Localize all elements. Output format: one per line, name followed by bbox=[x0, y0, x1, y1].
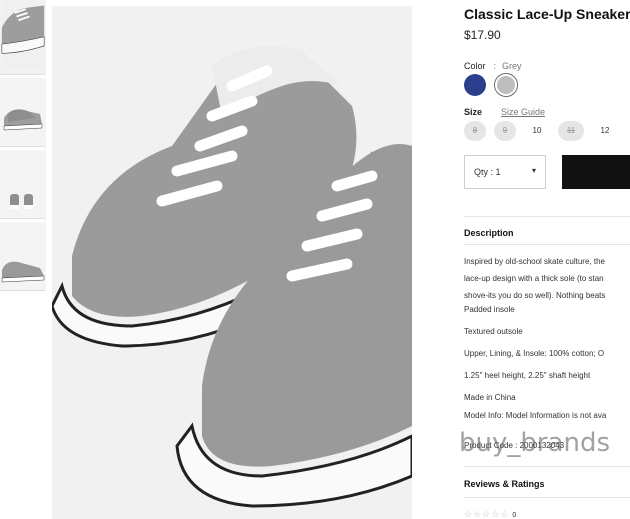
detail-outsole: Textured outsole bbox=[464, 327, 523, 336]
selected-color: Grey bbox=[502, 61, 522, 71]
thumbnail-3[interactable] bbox=[0, 150, 46, 219]
color-swatch-navy[interactable] bbox=[464, 74, 486, 96]
description-line: shove-its you do so well). Nothing beats bbox=[464, 291, 606, 300]
product-price: $17.90 bbox=[464, 28, 501, 42]
detail-materials: Upper, Lining, & Insole: 100% cotton; O bbox=[464, 349, 605, 358]
color-separator: : bbox=[493, 61, 497, 71]
sneaker-pair-image bbox=[52, 6, 412, 519]
thumbnail-2[interactable] bbox=[0, 78, 46, 147]
description-text: Inspired by old-school skate culture, th… bbox=[464, 253, 630, 304]
size-option-11[interactable]: 11 bbox=[558, 121, 584, 141]
description-line: lace-up design with a thick sole (to sta… bbox=[464, 274, 604, 283]
shoe-thumbnail-image bbox=[0, 78, 46, 146]
rating-stars: ☆☆☆☆☆ 0 bbox=[464, 509, 516, 519]
divider bbox=[464, 244, 630, 245]
thumbnail-4[interactable] bbox=[0, 222, 46, 291]
shoe-thumbnail-image bbox=[1, 0, 45, 68]
divider bbox=[464, 497, 630, 498]
size-guide-link[interactable]: Size Guide bbox=[501, 107, 545, 117]
product-title: Classic Lace-Up Sneaker bbox=[464, 6, 630, 22]
thumbnail-1[interactable] bbox=[0, 0, 46, 75]
main-product-image[interactable] bbox=[52, 6, 412, 519]
size-label: Size bbox=[464, 107, 483, 117]
size-option-12[interactable]: 12 bbox=[594, 121, 616, 141]
review-count: 0 bbox=[512, 512, 517, 519]
add-to-bag-button[interactable] bbox=[562, 155, 630, 189]
description-line: Inspired by old-school skate culture, th… bbox=[464, 257, 605, 266]
description-heading: Description bbox=[464, 228, 514, 238]
quantity-select[interactable]: Qty : 1 ▾ bbox=[464, 155, 546, 189]
quantity-label: Qty : 1 bbox=[474, 167, 501, 177]
size-option-9[interactable]: 9 bbox=[494, 121, 516, 141]
color-swatch-grey[interactable] bbox=[495, 74, 517, 96]
reviews-heading: Reviews & Ratings bbox=[464, 479, 545, 489]
shoe-thumbnail-image bbox=[0, 150, 46, 218]
divider bbox=[464, 216, 630, 217]
size-option-8[interactable]: 8 bbox=[464, 121, 486, 141]
detail-insole: Padded insole bbox=[464, 305, 515, 314]
detail-dimensions: 1.25" heel height, 2.25" shaft height bbox=[464, 371, 591, 380]
color-label: Color bbox=[464, 61, 486, 71]
star-icon: ☆☆☆☆☆ bbox=[464, 509, 510, 519]
size-option-10[interactable]: 10 bbox=[526, 121, 548, 141]
color-label-row: Color: Grey bbox=[464, 61, 522, 71]
detail-origin: Made in China bbox=[464, 393, 516, 402]
chevron-down-icon: ▾ bbox=[531, 166, 536, 175]
shoe-thumbnail-image bbox=[0, 222, 46, 290]
detail-model-info: Model Info: Model Information is not ava bbox=[464, 411, 607, 420]
watermark-text: buy_brands bbox=[459, 428, 611, 458]
divider bbox=[464, 466, 630, 467]
